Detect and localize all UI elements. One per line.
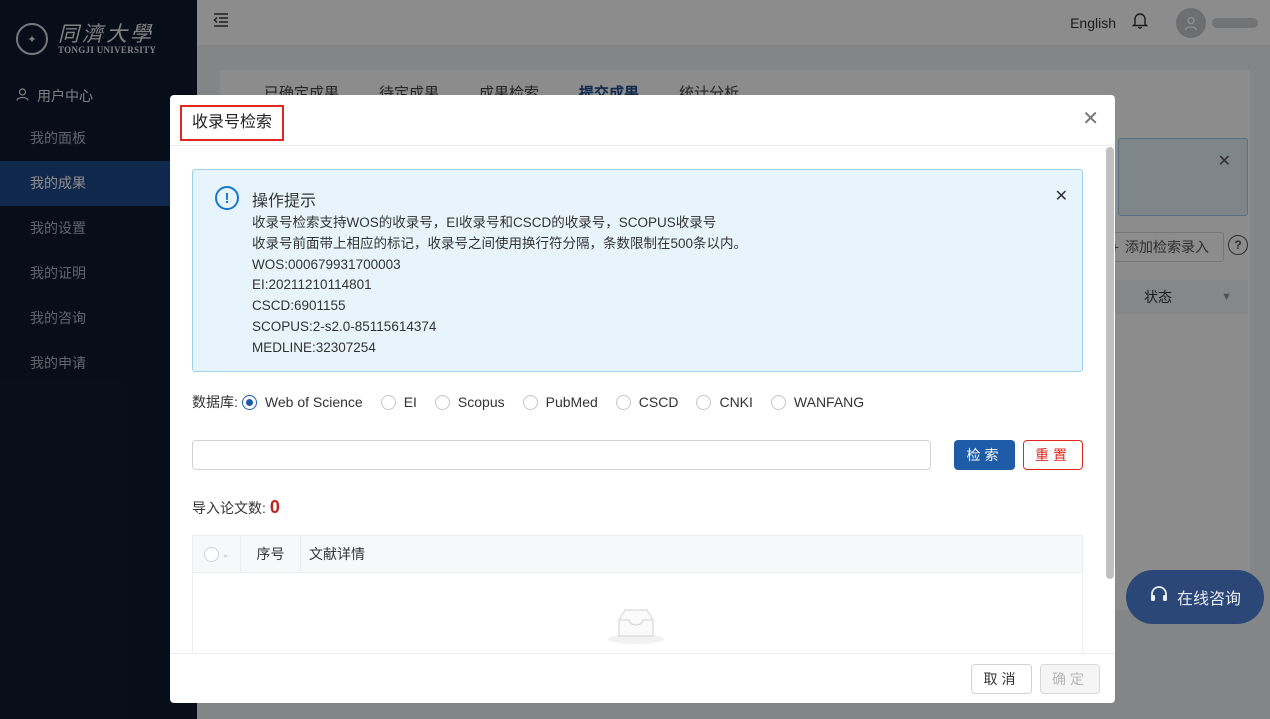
radio-dot [380,394,396,410]
radio-dot [696,394,712,410]
column-header-index: 序号 [241,535,301,573]
radio-dot [522,394,538,410]
radio-dot [241,394,257,410]
tip-line: 收录号检索支持WOS的收录号，EI收录号和CSCD的收录号，SCOPUS收录号 [252,215,717,230]
tips-lines: 收录号检索支持WOS的收录号，EI收录号和CSCD的收录号，SCOPUS收录号 … [252,213,747,359]
search-button[interactable]: 检索 [954,440,1015,470]
radio-label: CNKI [719,394,753,410]
tip-line: WOS:000679931700003 [252,256,401,272]
radio-label: EI [403,394,417,410]
online-consult-button[interactable]: 在线咨询 [1126,570,1264,624]
tip-line: MEDLINE:32307254 [252,339,376,355]
checkbox-circle [203,546,219,562]
radio-label: CSCD [638,394,679,410]
radio-dot [615,394,631,410]
dialog-body[interactable]: ! 操作提示 ✕ 收录号检索支持WOS的收录号，EI收录号和CSCD的收录号，S… [170,146,1115,653]
dialog-header: 收录号检索 ✕ [170,95,1115,146]
import-count: 导入论文数: 0 [192,497,280,518]
papers-table: ⌄ 序号 文献详情 [192,535,1083,653]
tip-line: SCOPUS:2-s2.0-85115614374 [252,318,437,334]
select-all-checkbox[interactable]: ⌄ [193,535,241,573]
dialog-footer: 取消 确定 [170,653,1115,703]
radio-ei[interactable]: EI [380,394,417,410]
accession-number-input[interactable] [192,440,931,470]
headset-icon [1149,584,1169,610]
radio-dot [434,394,450,410]
tip-line: EI:20211210114801 [252,277,372,293]
tip-line: CSCD:6901155 [252,298,346,314]
import-count-value: 0 [269,497,280,517]
database-selector: 数据库: Web of Science EI Scopus PubMed CSC… [192,392,882,412]
radio-label: Scopus [457,394,505,410]
tips-title: 操作提示 [252,193,317,210]
radio-dot [770,394,786,410]
dialog-title: 收录号检索 [180,105,285,141]
tips-close-icon[interactable]: ✕ [1055,186,1068,206]
radio-label: Web of Science [264,394,363,410]
tip-line: 收录号前面带上相应的标记，收录号之间使用换行符分隔，条数限制在500条以内。 [252,235,748,251]
radio-web-of-science[interactable]: Web of Science [241,394,363,410]
dialog-close-icon[interactable]: ✕ [1082,109,1099,129]
chevron-down-icon[interactable]: ⌄ [222,549,230,560]
accession-search-dialog: 收录号检索 ✕ ! 操作提示 ✕ 收录号检索支持WOS的收录号，EI收录号和CS… [170,95,1115,703]
import-count-label: 导入论文数: [192,499,266,516]
info-icon: ! [215,186,239,210]
database-label: 数据库: [192,394,238,410]
online-consult-label: 在线咨询 [1176,591,1241,608]
reset-button[interactable]: 重置 [1023,440,1083,470]
operation-tips-alert: ! 操作提示 ✕ 收录号检索支持WOS的收录号，EI收录号和CSCD的收录号，S… [192,169,1083,372]
radio-label: WANFANG [793,394,865,410]
cancel-button[interactable]: 取消 [971,664,1032,694]
radio-cscd[interactable]: CSCD [615,394,679,410]
empty-inbox-icon [607,606,665,646]
radio-label: PubMed [545,394,598,410]
column-header-details: 文献详情 [309,546,365,562]
dialog-scrollbar[interactable] [1106,147,1114,579]
radio-pubmed[interactable]: PubMed [522,394,598,410]
confirm-button[interactable]: 确定 [1040,664,1100,694]
radio-wanfang[interactable]: WANFANG [770,394,865,410]
table-header: ⌄ 序号 文献详情 [193,535,1082,573]
radio-scopus[interactable]: Scopus [434,394,505,410]
radio-cnki[interactable]: CNKI [696,394,753,410]
